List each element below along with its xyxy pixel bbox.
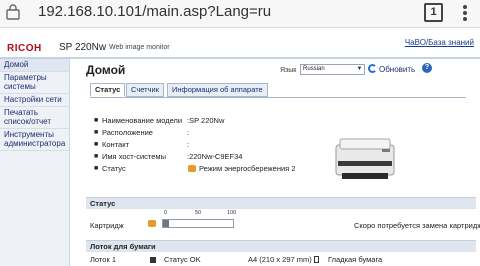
sidebar-item-network-settings[interactable]: Настройки сети <box>0 94 69 107</box>
info-key: Расположение <box>102 128 153 137</box>
info-row-hostname: ■ Имя хост-системы :220Nw-C9EF34 <box>94 152 243 161</box>
info-key: Наименование модели <box>102 116 183 125</box>
tab-switcher-button[interactable]: 1 <box>424 3 443 22</box>
cartridge-message: Скоро потребуется замена картриджа <box>354 221 480 230</box>
device-info-list: ■ Наименование модели :SP 220Nw ■ Распол… <box>94 115 314 175</box>
tab-machine-info[interactable]: Информация об аппарате <box>167 83 268 97</box>
printer-image <box>335 138 395 179</box>
info-value: :SP 220Nw <box>187 116 225 125</box>
header-model: SP 220Nw <box>59 42 107 53</box>
info-value: : <box>187 140 190 149</box>
browser-url-bar: 192.168.10.101/main.asp?Lang=ru 1 <box>0 0 480 28</box>
language-select[interactable]: Russian ▼ <box>300 64 365 75</box>
cartridge-label: Картридж <box>90 221 124 230</box>
info-row-status: ■ Статус Режим энергосбережения 2 <box>94 164 296 173</box>
sidebar-item-system-settings[interactable]: Параметры системы <box>0 72 69 94</box>
refresh-button[interactable]: Обновить <box>368 64 415 74</box>
sidebar-item-admin-tools[interactable]: Инструменты администратора <box>0 129 69 151</box>
app-header: RICOH SP 220Nw Web image monitor ЧаВО/Ба… <box>0 28 480 58</box>
scale-label: 100 <box>227 210 237 216</box>
language-label: Язык <box>280 67 297 74</box>
warning-icon <box>148 220 156 227</box>
cartridge-row: Картридж 0 50 100 Скоро потребуется заме… <box>86 209 480 237</box>
info-key: Статус <box>102 164 126 173</box>
status-section-header: Статус <box>86 197 476 209</box>
scale-label: 50 <box>195 210 202 216</box>
tab-status[interactable]: Статус <box>90 83 126 97</box>
ricoh-logo: RICOH <box>7 43 42 54</box>
info-row-location: ■ Расположение : <box>94 128 190 137</box>
language-value: Russian <box>303 66 325 72</box>
sidebar-item-home[interactable]: Домой <box>0 59 69 72</box>
toner-gauge <box>162 219 234 228</box>
info-row-model: ■ Наименование модели :SP 220Nw <box>94 116 225 125</box>
sidebar: Домой Параметры системы Настройки сети П… <box>0 59 70 266</box>
tray-icon <box>150 257 156 263</box>
lock-icon <box>6 4 20 20</box>
page-title: Домой <box>86 63 126 77</box>
energy-saver-icon <box>188 165 196 172</box>
tray-section-header: Лоток для бумаги <box>86 240 476 252</box>
main-content: Домой Язык Russian ▼ Обновить ? Статус С… <box>72 59 480 266</box>
info-key: Контакт <box>102 140 130 149</box>
url-text[interactable]: 192.168.10.101/main.asp?Lang=ru <box>38 3 271 20</box>
info-key: Имя хост-системы <box>102 152 166 161</box>
info-row-contact: ■ Контакт : <box>94 140 190 149</box>
browser-menu-icon[interactable] <box>463 4 469 22</box>
refresh-label: Обновить <box>379 65 416 74</box>
faq-link[interactable]: ЧаВО/База знаний <box>405 38 474 47</box>
paper-type: Гладкая бумага <box>328 255 383 264</box>
info-value: Режим энергосбережения 2 <box>199 164 296 173</box>
info-value: : <box>187 128 190 137</box>
toner-gauge-fill <box>163 220 169 227</box>
tray-row: Лоток 1 Статус OK A4 (210 x 297 mm) Глад… <box>86 254 476 266</box>
tray-name: Лоток 1 <box>90 255 116 264</box>
chevron-down-icon: ▼ <box>356 66 363 72</box>
tray-status: Статус OK <box>164 255 201 264</box>
refresh-icon <box>368 64 377 73</box>
paper-icon <box>314 256 319 263</box>
sidebar-item-print-list[interactable]: Печатать список/отчет <box>0 107 69 129</box>
paper-size: A4 (210 x 297 mm) <box>248 255 312 264</box>
product-label: Web image monitor <box>109 44 170 51</box>
info-value: :220Nw-C9EF34 <box>187 152 243 161</box>
tab-divider <box>90 97 466 98</box>
scale-label: 0 <box>164 210 168 216</box>
tab-counter[interactable]: Счетчик <box>126 83 164 97</box>
help-icon[interactable]: ? <box>422 63 432 73</box>
